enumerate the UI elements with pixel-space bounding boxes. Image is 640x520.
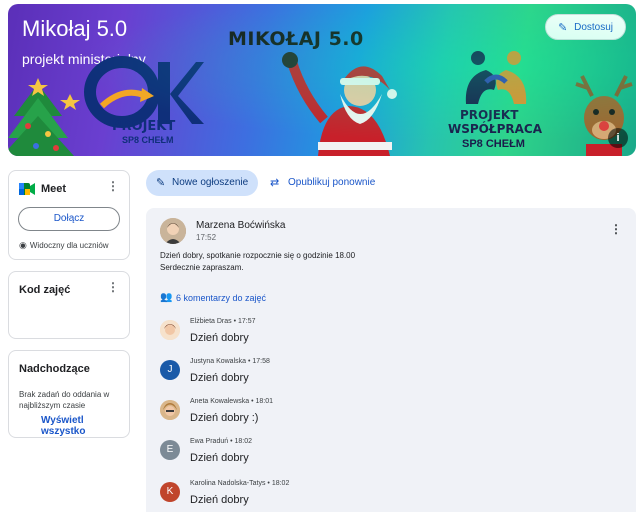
post-body-line: Dzień dobry, spotkanie rozpocznie się o …: [160, 251, 356, 260]
upcoming-empty-text: Brak zadań do oddania w najbliższym czas…: [19, 390, 110, 410]
comment-time: 17:58: [252, 358, 270, 365]
repost-label: Opublikuj ponownie: [288, 177, 376, 188]
wspolpraca-logo: [465, 51, 527, 104]
upcoming-title: Nadchodzące: [19, 363, 90, 375]
comment-author: Justyna Kowalska: [190, 358, 247, 365]
comment-time: 18:02: [271, 480, 290, 487]
comment-item: J Justyna Kowalska • 17:58 Dzień dobry: [160, 358, 620, 398]
customize-button[interactable]: ✎ Dostosuj: [545, 14, 626, 40]
more-vert-icon[interactable]: ⋮: [107, 281, 119, 293]
class-code-card: Kod zajęć ⋮: [8, 271, 130, 339]
info-icon[interactable]: i: [608, 128, 628, 148]
comment-text: Dzień dobry: [190, 372, 249, 384]
wspolpraca-logo-line2: WSPÓŁPRACA: [448, 122, 542, 136]
pencil-icon: ✎: [156, 177, 166, 189]
avatar: K: [160, 482, 180, 502]
ok-logo-text: PROJEKT: [112, 119, 176, 134]
comment-text: Dzień dobry: [190, 494, 249, 506]
santa-illustration: [282, 52, 397, 156]
more-vert-icon[interactable]: ⋮: [107, 180, 119, 192]
commenter-photo: [160, 400, 180, 420]
eye-icon: ◉: [19, 240, 27, 250]
comment-item: E Ewa Praduń • 18:02 Dzień dobry: [160, 438, 620, 478]
avatar: E: [160, 440, 180, 460]
join-meet-button[interactable]: Dołącz: [18, 207, 120, 231]
meet-card: Meet ⋮ Dołącz ◉ Widoczny dla uczniów: [8, 170, 130, 260]
comment-text: Dzień dobry: [190, 452, 249, 464]
class-comments-link[interactable]: 👥 6 komentarzy do zajęć: [160, 292, 267, 303]
comment-author: Aneta Kowalewska: [190, 398, 250, 405]
commenter-photo: [160, 320, 180, 340]
meet-visibility: ◉ Widoczny dla uczniów: [19, 240, 109, 251]
banner-heading: MIKOŁAJ 5.0: [228, 28, 364, 50]
meet-camera-icon: [19, 183, 35, 195]
christmas-tree-illustration: [8, 78, 80, 156]
class-comments-label: 6 komentarzy do zajęć: [176, 293, 267, 303]
comment-text: Dzień dobry: [190, 332, 249, 344]
class-code-title: Kod zajęć: [19, 284, 71, 296]
comment-item: Aneta Kowalewska • 18:01 Dzień dobry :): [160, 398, 620, 438]
announcement-post: Marzena Boćwińska 17:52 ⋮ Dzień dobry, s…: [146, 208, 636, 512]
wspolpraca-logo-line1: PROJEKT: [460, 108, 519, 122]
comment-meta: Ewa Praduń • 18:02: [190, 438, 253, 445]
customize-label: Dostosuj: [574, 22, 613, 33]
avatar: [160, 218, 186, 244]
class-banner: Mikołaj 5.0 projekt ministerialny MIKOŁA…: [8, 4, 636, 156]
class-title[interactable]: Mikołaj 5.0: [22, 16, 127, 42]
view-all-link[interactable]: Wyświetl wszystko: [41, 415, 129, 437]
comment-item: Elżbieta Dras • 17:57 Dzień dobry: [160, 318, 620, 358]
upcoming-card: Nadchodzące Brak zadań do oddania w najb…: [8, 350, 130, 438]
comment-author: Karolina Nadolska-Tatys: [190, 480, 266, 487]
people-icon: 👥: [160, 292, 173, 303]
comment-meta: Karolina Nadolska-Tatys • 18:02: [190, 480, 290, 487]
repost-icon: ⇄: [270, 177, 280, 189]
post-body: Dzień dobry, spotkanie rozpocznie się o …: [160, 250, 355, 274]
meet-title: Meet: [41, 183, 67, 195]
repost-button[interactable]: ⇄ Opublikuj ponownie: [270, 170, 375, 196]
avatar: J: [160, 360, 180, 380]
comment-time: 17:57: [237, 318, 256, 325]
author-photo: [160, 218, 186, 244]
comment-time: 18:02: [234, 438, 253, 445]
avatar: [160, 320, 180, 340]
comment-author: Ewa Praduń: [190, 438, 229, 445]
comment-meta: Elżbieta Dras • 17:57: [190, 318, 256, 325]
post-time: 17:52: [196, 233, 217, 242]
ok-logo-subtext: SP8 CHEŁM: [122, 135, 174, 145]
post-body-line: Serdecznie zapraszam.: [160, 263, 244, 272]
more-vert-icon[interactable]: ⋮: [610, 223, 622, 235]
new-announcement-label: Nowe ogłoszenie: [172, 177, 249, 188]
avatar: [160, 400, 180, 420]
comment-meta: Aneta Kowalewska • 18:01: [190, 398, 274, 405]
post-author: Marzena Boćwińska: [196, 220, 286, 231]
pencil-icon: ✎: [558, 22, 568, 34]
wspolpraca-logo-line3: SP8 CHEŁM: [462, 138, 525, 150]
meet-visibility-text: Widoczny dla uczniów: [29, 241, 109, 250]
comment-meta: Justyna Kowalska • 17:58: [190, 358, 270, 365]
comment-item: K Karolina Nadolska-Tatys • 18:02 Dzień …: [160, 480, 620, 520]
comment-text: Dzień dobry :): [190, 412, 259, 424]
new-announcement-button[interactable]: ✎ Nowe ogłoszenie: [146, 170, 258, 196]
comment-author: Elżbieta Dras: [190, 318, 232, 325]
comment-time: 18:01: [255, 398, 274, 405]
